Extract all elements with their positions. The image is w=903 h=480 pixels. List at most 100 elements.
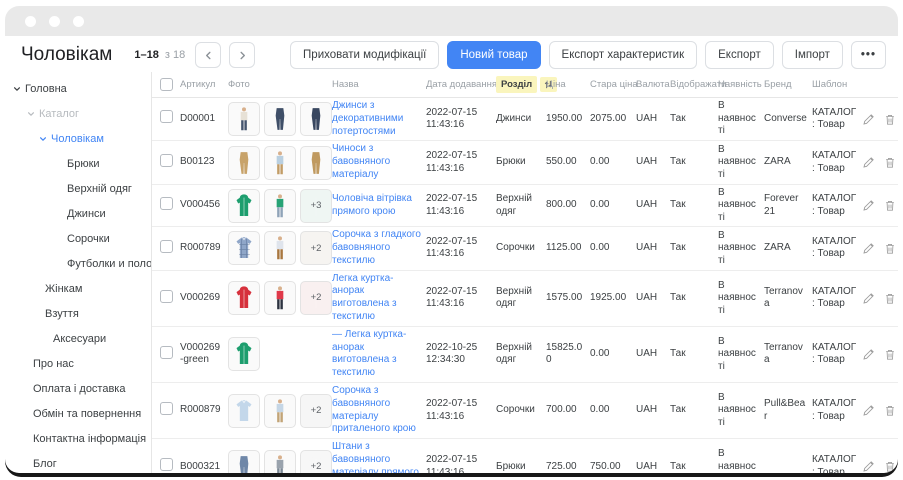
edit-button[interactable] [862,156,875,169]
product-photo-thumb[interactable]: +2 [300,394,332,428]
window-dot[interactable] [25,16,36,27]
sidebar-item-12[interactable]: Оплата і доставка [5,376,151,401]
product-photo-thumb[interactable] [300,102,332,136]
product-photo-thumb[interactable] [228,146,260,180]
new-product-button[interactable]: Новий товар [447,41,540,69]
row-section: Верхній одяг [496,342,546,367]
edit-button[interactable] [862,113,875,126]
sidebar-item-8[interactable]: Жінкам [5,276,151,301]
import-button[interactable]: Імпорт [782,41,843,69]
row-stock: В наявності [718,392,764,430]
sidebar-item-3[interactable]: Брюки [5,151,151,176]
chevron-down-icon [39,135,47,143]
product-photo-thumb[interactable] [228,189,260,223]
edit-button[interactable] [862,199,875,212]
product-photo-thumb[interactable] [264,189,296,223]
sidebar-item-10[interactable]: Аксесуари [5,326,151,351]
sidebar-item-5[interactable]: Джинси [5,201,151,226]
export-characteristics-button[interactable]: Експорт характеристик [549,41,698,69]
pagination-total: з 18 [165,49,185,61]
sidebar-item-4[interactable]: Верхній одяг [5,176,151,201]
row-checkbox[interactable] [160,402,173,415]
delete-icon [884,404,896,417]
delete-button[interactable] [884,242,896,255]
delete-button[interactable] [884,156,896,169]
hide-modifications-button[interactable]: Приховати модифікації [290,41,439,69]
row-checkbox[interactable] [160,110,173,123]
product-name-link[interactable]: Сорочка з гладкого бавовняного текстилю [332,229,421,267]
product-photo-thumb[interactable]: +2 [300,231,332,265]
select-all-checkbox[interactable] [160,78,173,91]
model-photo [270,398,290,424]
row-section: Брюки [496,461,546,473]
product-photo-thumb[interactable] [264,146,296,180]
prev-page-button[interactable] [195,42,221,68]
window-dot[interactable] [49,16,60,27]
row-checkbox[interactable] [160,458,173,471]
edit-button[interactable] [862,242,875,255]
row-checkbox[interactable] [160,346,173,359]
product-photo-thumb[interactable] [264,281,296,315]
row-checkbox[interactable] [160,197,173,210]
sidebar-item-15[interactable]: Блог [5,451,151,473]
product-photo-thumb[interactable] [228,281,260,315]
sidebar-item-9[interactable]: Взуття [5,301,151,326]
next-page-button[interactable] [229,42,255,68]
edit-button[interactable] [862,292,875,305]
sidebar-item-1[interactable]: Каталог [5,101,151,126]
edit-button[interactable] [862,460,875,473]
more-photos-badge: +3 [301,190,331,222]
sidebar-item-label: Оплата і доставка [33,383,125,395]
delete-button[interactable] [884,348,896,361]
row-checkbox[interactable] [160,240,173,253]
sidebar-item-13[interactable]: Обмін та повернення [5,401,151,426]
product-name-link[interactable]: Джинси з декоративними потертостями [332,100,421,138]
delete-button[interactable] [884,199,896,212]
row-checkbox-cell [152,154,180,172]
product-photo-thumb[interactable] [264,102,296,136]
sidebar-item-7[interactable]: Футболки и поло [5,251,151,276]
delete-button[interactable] [884,404,896,417]
product-photo-thumb[interactable] [228,450,260,473]
sidebar-item-14[interactable]: Контактна інформація [5,426,151,451]
window-titlebar [5,6,898,36]
product-photo-thumb[interactable]: +2 [300,281,332,315]
delete-button[interactable] [884,113,896,126]
product-photo-thumb[interactable] [228,394,260,428]
product-name-link[interactable]: Чоловіча вітрівка прямого крою [332,193,421,219]
row-name-cell: Штани з бавовняного матеріалу прямого кр… [332,441,426,473]
product-photo-thumb[interactable] [264,450,296,473]
product-photo-thumb[interactable] [264,231,296,265]
row-section: Верхній одяг [496,286,546,311]
product-name-link[interactable]: Сорочка з бавовняного матеріалу притален… [332,385,421,436]
product-photo-thumb[interactable] [264,394,296,428]
product-photo-thumb[interactable] [228,102,260,136]
product-name-link[interactable]: Легка куртка-анорак виготовлена з тексти… [332,273,421,324]
row-checkbox[interactable] [160,154,173,167]
column-header-label: Наявність [718,79,762,90]
sidebar-item-0[interactable]: Головна [5,76,151,101]
sidebar-item-11[interactable]: Про нас [5,351,151,376]
edit-button[interactable] [862,348,875,361]
sidebar-item-2[interactable]: Чоловікам [5,126,151,151]
edit-button[interactable] [862,404,875,417]
product-photo-thumb[interactable]: +2 [300,450,332,473]
more-actions-button[interactable]: ••• [851,41,886,69]
export-button[interactable]: Експорт [705,41,774,69]
column-header-label: Шаблон [812,79,847,90]
row-photos: +2 [228,450,332,473]
model-photo [270,193,290,219]
sidebar-item-6[interactable]: Сорочки [5,226,151,251]
row-checkbox[interactable] [160,290,173,303]
window-dot[interactable] [73,16,84,27]
row-date: 2022-07-15 11:43:16 [426,454,496,473]
product-photo-thumb[interactable] [300,146,332,180]
product-name-link[interactable]: Штани з бавовняного матеріалу прямого кр… [332,441,421,473]
product-name-link[interactable]: Чиноси з бавовняного матеріалу [332,143,421,181]
product-photo-thumb[interactable] [228,337,260,371]
product-photo-thumb[interactable] [228,231,260,265]
product-photo-thumb[interactable]: +3 [300,189,332,223]
product-name-link[interactable]: — Легка куртка-анорак виготовлена з текс… [332,329,421,380]
delete-button[interactable] [884,292,896,305]
model-photo [270,285,290,311]
